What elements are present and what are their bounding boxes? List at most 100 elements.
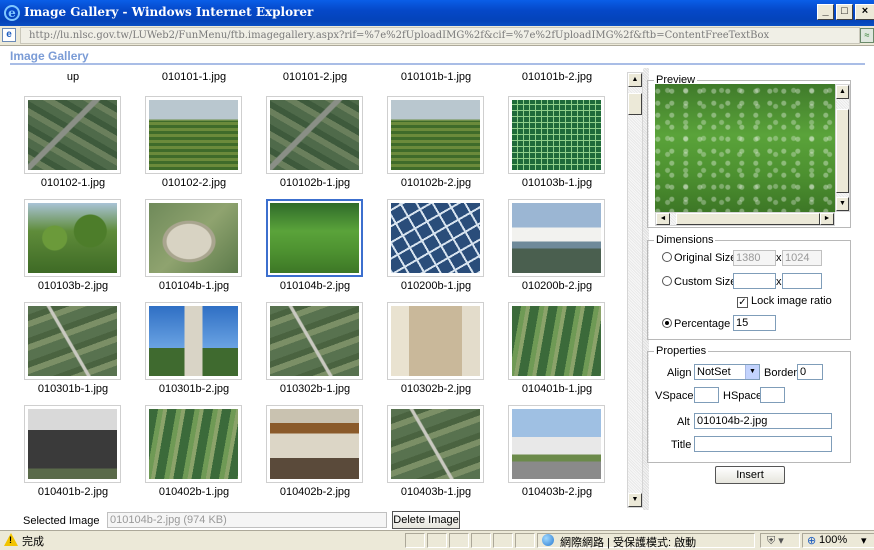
url-field[interactable]: http://lu.nlsc.gov.tw/LUWeb2/FunMenu/ftb…	[20, 27, 860, 44]
gallery-item-label[interactable]: 010403b-2.jpg	[494, 486, 617, 498]
scroll-down-arrow-icon[interactable]: ▼	[628, 493, 642, 507]
gallery-thumbnail[interactable]	[24, 405, 121, 483]
original-size-option[interactable]: Original Size	[662, 252, 736, 264]
delete-image-button[interactable]: Delete Image	[392, 511, 460, 529]
minimize-button[interactable]: _	[817, 4, 834, 20]
gallery-thumbnail[interactable]	[387, 199, 484, 277]
gallery-thumbnail[interactable]	[387, 96, 484, 174]
gallery-item-label[interactable]: 010402b-1.jpg	[131, 486, 257, 498]
gallery-thumbnail[interactable]	[387, 302, 484, 380]
gallery-item[interactable]: 010302b-2.jpg	[373, 302, 491, 402]
title-input[interactable]	[694, 436, 832, 452]
gallery-item-label[interactable]: 010401b-2.jpg	[10, 486, 136, 498]
gallery-item[interactable]: 010102-1.jpg	[10, 96, 128, 196]
lock-ratio-option[interactable]: ✓ Lock image ratio	[737, 295, 832, 308]
gallery-thumbnail[interactable]	[24, 96, 121, 174]
gallery-item[interactable]: 010401b-2.jpg	[10, 405, 128, 505]
vspace-input[interactable]	[694, 387, 719, 403]
hspace-input[interactable]	[760, 387, 785, 403]
scroll-up-arrow-icon[interactable]: ▲	[836, 85, 849, 99]
gallery-item-label[interactable]: 010104b-1.jpg	[131, 280, 257, 292]
gallery-thumbnail[interactable]	[145, 405, 242, 483]
alt-input[interactable]: 010104b-2.jpg	[694, 413, 832, 429]
chevron-down-icon[interactable]: ▾	[861, 534, 867, 547]
original-size-radio[interactable]	[662, 252, 672, 262]
gallery-item-label[interactable]: 010101b-1.jpg	[373, 71, 499, 83]
gallery-thumbnail[interactable]	[508, 405, 605, 483]
gallery-item-label[interactable]: 010103b-2.jpg	[10, 280, 136, 292]
gallery-thumbnail[interactable]	[266, 302, 363, 380]
gallery-item-label[interactable]: 010101-2.jpg	[252, 71, 378, 83]
gallery-thumbnail[interactable]	[24, 302, 121, 380]
gallery-item-label[interactable]: 010102-2.jpg	[131, 177, 257, 189]
gallery-item-label[interactable]: 010402b-2.jpg	[252, 486, 378, 498]
gallery-item[interactable]: 010200b-1.jpg	[373, 199, 491, 299]
align-select[interactable]: NotSet ▼	[694, 364, 760, 380]
custom-size-radio[interactable]	[662, 276, 672, 286]
custom-width-input[interactable]	[733, 273, 776, 289]
zoom-pane[interactable]: ⊕ 100% ▾	[802, 533, 874, 548]
gallery-item-label[interactable]: 010104b-2.jpg	[252, 280, 378, 292]
gallery-item-label[interactable]: 010302b-2.jpg	[373, 383, 499, 395]
gallery-item[interactable]: 010102-2.jpg	[131, 96, 249, 196]
gallery-item[interactable]: 010301b-2.jpg	[131, 302, 249, 402]
maximize-button[interactable]: □	[836, 4, 853, 20]
close-button[interactable]: ×	[855, 4, 874, 20]
scroll-down-arrow-icon[interactable]: ▼	[836, 197, 849, 211]
gallery-item[interactable]: 010104b-2.jpg	[252, 199, 370, 299]
gallery-item-label[interactable]: 010200b-1.jpg	[373, 280, 499, 292]
gallery-thumbnail[interactable]	[145, 96, 242, 174]
gallery-item[interactable]: 010102b-2.jpg	[373, 96, 491, 196]
gallery-item-label[interactable]: 010403b-1.jpg	[373, 486, 499, 498]
gallery-thumbnail[interactable]	[266, 96, 363, 174]
preview-horizontal-scrollbar[interactable]: ◄ ►	[655, 212, 835, 226]
gallery-item[interactable]: 010401b-1.jpg	[494, 302, 612, 402]
percentage-option[interactable]: Percentage	[662, 318, 730, 330]
gallery-item[interactable]: 010301b-1.jpg	[10, 302, 128, 402]
gallery-item-label[interactable]: 010101b-2.jpg	[494, 71, 617, 83]
gallery-item-label[interactable]: 010102b-2.jpg	[373, 177, 499, 189]
compatibility-icon[interactable]: ≈	[860, 28, 874, 43]
gallery-item[interactable]: 010402b-2.jpg	[252, 405, 370, 505]
gallery-item[interactable]: 010200b-2.jpg	[494, 199, 612, 299]
gallery-item[interactable]: 010103b-2.jpg	[10, 199, 128, 299]
gallery-thumbnail[interactable]	[508, 199, 605, 277]
gallery-thumbnail[interactable]	[387, 405, 484, 483]
gallery-item-label[interactable]: 010101-1.jpg	[131, 71, 257, 83]
custom-size-option[interactable]: Custom Size	[662, 276, 736, 288]
gallery-item-label[interactable]: up	[10, 71, 136, 83]
percentage-input[interactable]: 15	[733, 315, 776, 331]
gallery-item[interactable]: 010104b-1.jpg	[131, 199, 249, 299]
gallery-scrollbar[interactable]: ▲ ▼	[627, 72, 643, 508]
gallery-item-label[interactable]: 010301b-1.jpg	[10, 383, 136, 395]
security-zone-pane[interactable]: 網際網路 | 受保護模式: 啟動	[537, 533, 755, 549]
scroll-left-arrow-icon[interactable]: ◄	[656, 213, 670, 225]
gallery-item-label[interactable]: 010401b-1.jpg	[494, 383, 617, 395]
gallery-item[interactable]: 010102b-1.jpg	[252, 96, 370, 196]
chevron-down-icon[interactable]: ▼	[745, 365, 759, 379]
preview-vertical-scrollbar[interactable]: ▲ ▼	[835, 84, 850, 212]
lock-ratio-checkbox[interactable]: ✓	[737, 297, 748, 308]
scroll-thumb[interactable]	[836, 109, 849, 193]
gallery-thumbnail[interactable]	[145, 302, 242, 380]
gallery-item[interactable]: 010402b-1.jpg	[131, 405, 249, 505]
scroll-thumb[interactable]	[676, 213, 820, 225]
insert-button[interactable]: Insert	[715, 466, 785, 484]
gallery-thumbnail[interactable]	[266, 199, 363, 277]
protection-pane[interactable]: ⛨ ▾	[760, 533, 800, 548]
gallery-thumbnail[interactable]	[508, 302, 605, 380]
scroll-thumb[interactable]	[628, 93, 642, 115]
gallery-thumbnail[interactable]	[145, 199, 242, 277]
gallery-thumbnail[interactable]	[266, 405, 363, 483]
gallery-item-label[interactable]: 010301b-2.jpg	[131, 383, 257, 395]
gallery-item[interactable]: 010403b-1.jpg	[373, 405, 491, 505]
border-input[interactable]: 0	[797, 364, 823, 380]
scroll-right-arrow-icon[interactable]: ►	[820, 213, 834, 225]
gallery-item-label[interactable]: 010200b-2.jpg	[494, 280, 617, 292]
gallery-item-label[interactable]: 010102-1.jpg	[10, 177, 136, 189]
gallery-item[interactable]: 010403b-2.jpg	[494, 405, 612, 505]
percentage-radio[interactable]	[662, 318, 672, 328]
gallery-thumbnail[interactable]	[508, 96, 605, 174]
gallery-thumbnail[interactable]	[24, 199, 121, 277]
scroll-up-arrow-icon[interactable]: ▲	[628, 73, 642, 87]
